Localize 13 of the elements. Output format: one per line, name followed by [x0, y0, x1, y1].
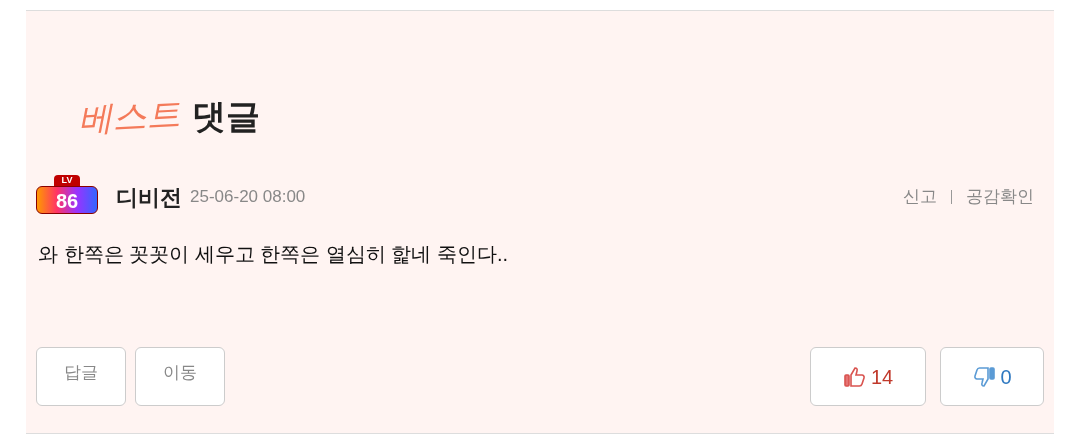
action-link[interactable]: 신고 [903, 187, 937, 207]
comment-button[interactable]: 답글 [36, 347, 126, 406]
comment-text: 와 한쪽은 꼿꼿이 세우고 한쪽은 열심히 핥네 죽인다.. [37, 242, 509, 267]
thumbs-down-icon [972, 364, 997, 389]
comment-date: 25-06-20 08:00 [190, 186, 306, 209]
section-title: 베스트 [77, 96, 181, 136]
dislike-button[interactable]: 0 [940, 347, 1044, 406]
author-name[interactable]: 디비전 [116, 180, 182, 214]
section-title: 댓글 [192, 99, 260, 133]
comment-button[interactable]: 이동 [135, 347, 225, 406]
thumbs-up-icon [842, 364, 867, 389]
like-button[interactable]: 14 [810, 347, 926, 406]
action-link[interactable]: 공감확인 [966, 184, 1034, 210]
